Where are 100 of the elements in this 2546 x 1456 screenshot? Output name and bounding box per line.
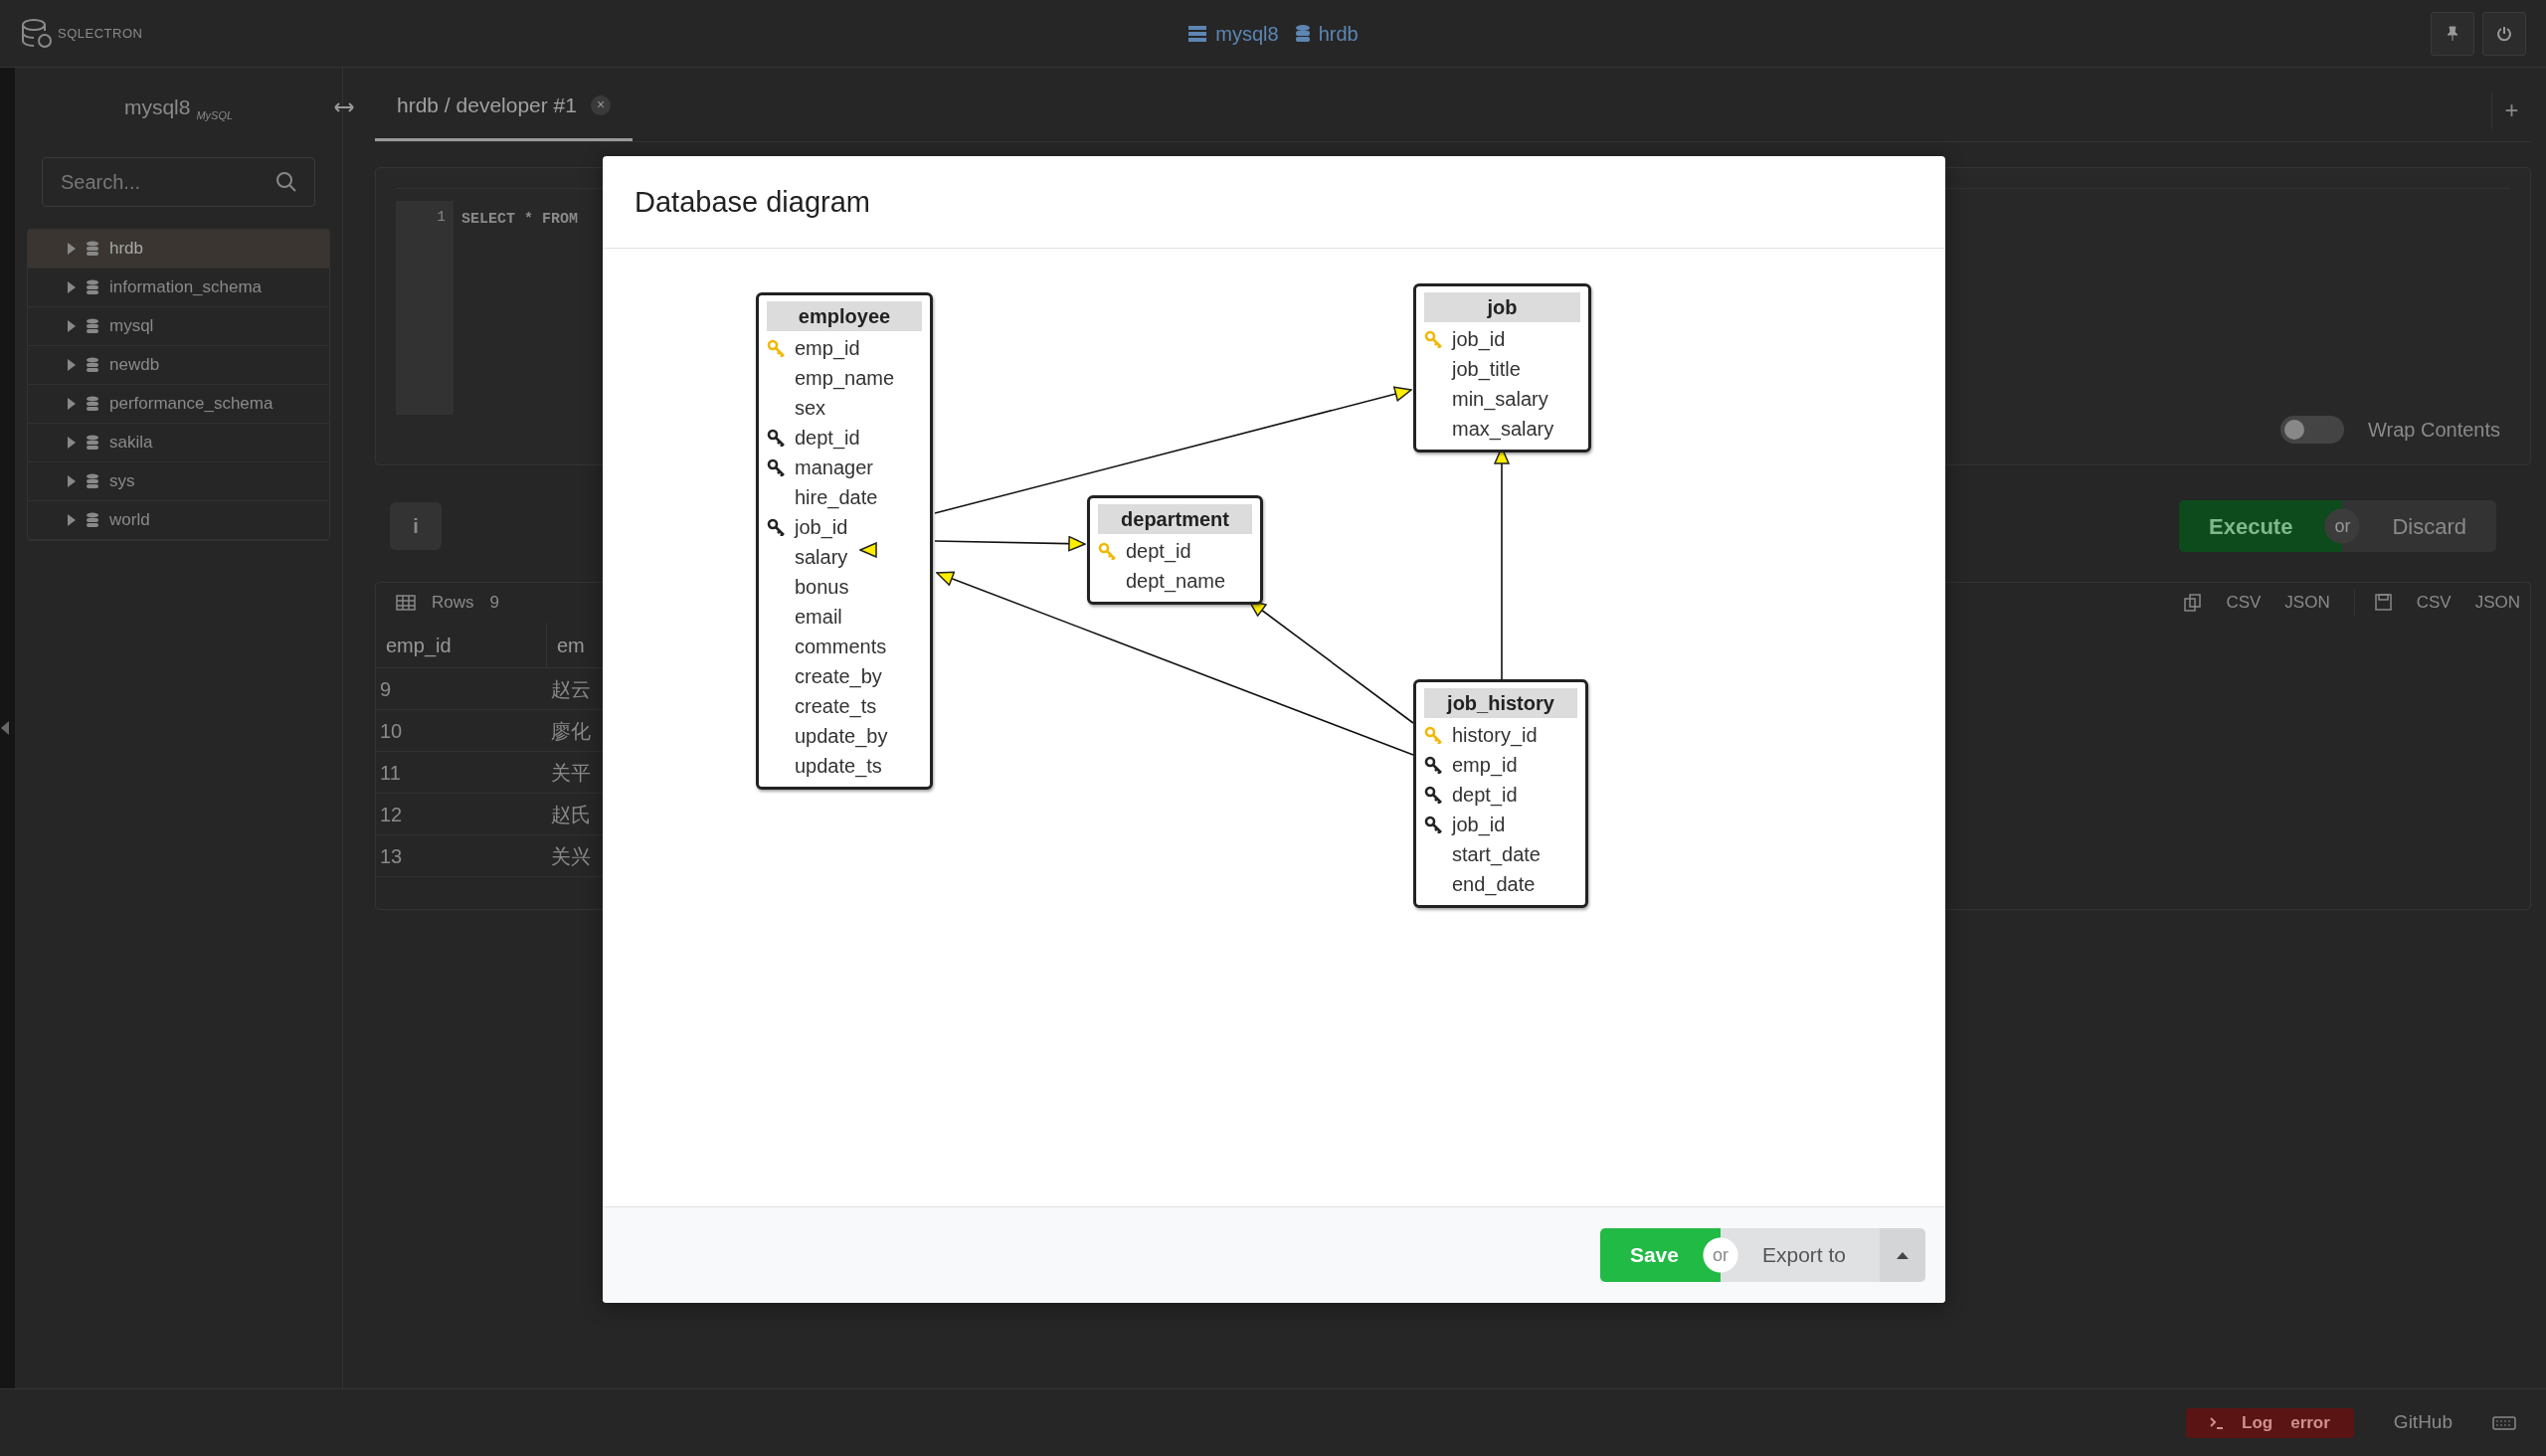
table-name: employee <box>767 301 922 331</box>
or-label: or <box>2322 500 2363 552</box>
logo-icon <box>20 16 54 51</box>
resize-icon[interactable] <box>334 102 354 112</box>
database-tree-item[interactable]: hrdb <box>28 230 329 269</box>
caret-icon <box>68 475 76 487</box>
export-format-link[interactable]: JSON <box>2284 590 2330 616</box>
or-label: or <box>1700 1228 1740 1282</box>
column-name: end_date <box>1452 872 1536 898</box>
database-name: world <box>109 509 150 532</box>
database-name: hrdb <box>109 238 144 261</box>
query-text: SELECT * FROM <box>460 210 580 230</box>
key-icon <box>1098 542 1118 560</box>
table-name: job <box>1424 292 1580 322</box>
key-icon <box>767 518 787 536</box>
pin-icon <box>2446 25 2459 42</box>
power-button[interactable] <box>2482 11 2526 56</box>
column-name: sex <box>795 396 826 421</box>
key-icon <box>1424 756 1444 774</box>
database-icon <box>86 279 99 295</box>
table-cell: 12 <box>376 794 547 835</box>
key-icon <box>767 339 787 357</box>
database-name: performance_schema <box>109 393 273 416</box>
column-name: create_ts <box>795 694 877 720</box>
column-name: hire_date <box>795 485 878 511</box>
table-node[interactable]: job job_id job_title min_salary max_salary <box>1413 283 1591 453</box>
caret-icon <box>68 359 76 371</box>
column-name: email <box>795 605 842 630</box>
table-cell: 11 <box>376 752 547 794</box>
column-name: job_title <box>1452 357 1521 383</box>
caret-icon <box>68 281 76 293</box>
database-name: newdb <box>109 354 160 377</box>
column-name: comments <box>795 635 887 659</box>
caret-icon <box>68 514 76 526</box>
save-button[interactable]: Save <box>1599 1228 1701 1282</box>
export-button[interactable]: Export to <box>1739 1228 1880 1282</box>
keyboard-icon[interactable] <box>2492 1415 2516 1430</box>
database-name: sakila <box>109 432 153 455</box>
table-name: job_history <box>1424 688 1577 718</box>
search-icon <box>275 171 297 193</box>
info-button[interactable]: i <box>390 502 442 550</box>
column-name: start_date <box>1452 842 1541 868</box>
database-icon <box>86 357 99 373</box>
app-logo: SQLECTRON <box>58 24 143 43</box>
server-icon <box>1187 24 1208 43</box>
pin-button[interactable] <box>2431 11 2474 56</box>
export-format-link[interactable]: JSON <box>2474 590 2520 616</box>
key-icon <box>767 458 787 476</box>
database-icon <box>86 512 99 528</box>
column-name: manager <box>795 455 873 480</box>
key-icon <box>1424 786 1444 804</box>
row-count: 9 <box>489 592 499 615</box>
query-tab[interactable]: hrdb / developer #1 × <box>375 72 633 141</box>
github-link[interactable]: GitHub <box>2393 1408 2453 1437</box>
table-node[interactable]: employee emp_id emp_name sex dept_id manager hire_date job_id salary bonus email comments create_by create_ts update_by update_ts <box>756 292 933 790</box>
tab-close-button[interactable]: × <box>590 94 611 115</box>
database-name: information_schema <box>109 276 263 299</box>
wrap-contents-label: Wrap Contents <box>2367 418 2500 443</box>
table-icon <box>396 595 416 611</box>
key-icon <box>1424 726 1444 744</box>
caret-icon <box>68 243 76 255</box>
column-name: dept_id <box>1452 783 1518 809</box>
caret-icon <box>1897 1251 1909 1259</box>
discard-button[interactable]: Discard <box>2362 500 2496 552</box>
column-name: dept_name <box>1126 569 1226 595</box>
column-name: create_by <box>795 664 882 690</box>
server-logo-text: MySQL <box>196 107 234 123</box>
copy-icon <box>2184 594 2203 612</box>
key-icon <box>1424 816 1444 833</box>
key-icon <box>1424 330 1444 348</box>
column-name: update_by <box>795 724 888 750</box>
line-number: 1 <box>436 208 446 227</box>
column-name: dept_id <box>795 426 860 452</box>
wrap-toggle[interactable] <box>2279 416 2344 444</box>
table-node[interactable]: department dept_id dept_name <box>1087 495 1263 605</box>
database-name: hrdb <box>1318 21 1359 47</box>
export-format-link[interactable]: CSV <box>2226 590 2262 616</box>
database-icon <box>1294 23 1311 44</box>
search-field[interactable]: Search... <box>42 157 315 207</box>
database-icon <box>86 473 99 489</box>
collapse-arrow-icon[interactable] <box>0 720 10 736</box>
key-icon <box>767 429 787 447</box>
execute-button[interactable]: Execute <box>2179 500 2323 552</box>
server-name: mysql8 <box>123 94 191 121</box>
log-button[interactable]: Log error <box>2186 1407 2354 1438</box>
database-icon <box>86 318 99 334</box>
arrowhead-icon <box>859 542 877 558</box>
table-cell: 13 <box>376 835 547 877</box>
column-name: dept_id <box>1126 539 1191 565</box>
database-name: mysql <box>109 315 154 338</box>
caret-icon <box>68 320 76 332</box>
add-tab-button[interactable]: + <box>2491 91 2531 129</box>
table-node[interactable]: job_history history_id emp_id dept_id job_id start_date end_date <box>1413 679 1588 908</box>
database-name: sys <box>109 470 135 493</box>
column-name: emp_name <box>795 366 895 392</box>
column-name: update_ts <box>795 754 882 780</box>
export-format-link[interactable]: CSV <box>2416 590 2452 616</box>
column-name: max_salary <box>1452 417 1554 443</box>
power-icon <box>2496 25 2512 42</box>
connection-name: mysql8 <box>1215 21 1279 47</box>
